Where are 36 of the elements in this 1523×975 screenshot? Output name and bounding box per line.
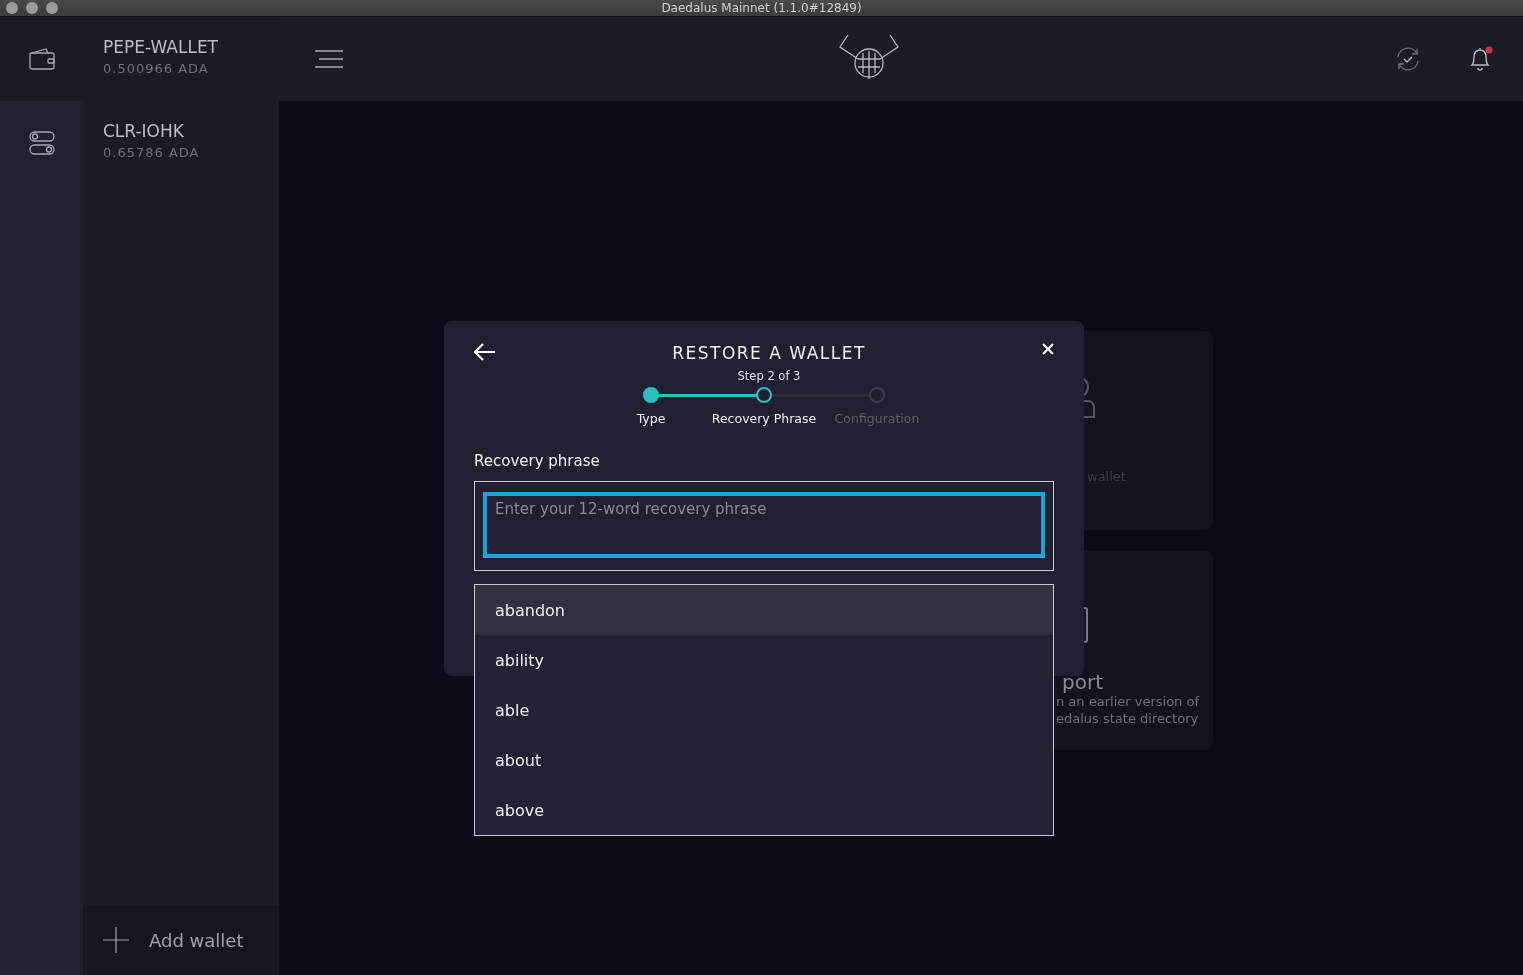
suggestion-item[interactable]: above (475, 785, 1053, 835)
step-label[interactable]: Recovery Phrase (711, 411, 817, 426)
field-label: Recovery phrase (474, 452, 600, 470)
wallet-name: CLR-IOHK (103, 121, 184, 141)
notification-bell-icon[interactable] (1467, 46, 1493, 72)
wallet-name: PEPE-WALLET (103, 37, 218, 57)
suggestion-item[interactable]: abandon (475, 585, 1053, 635)
step-dot[interactable] (869, 387, 885, 403)
plus-icon[interactable] (103, 927, 129, 953)
minimize-window-button[interactable] (26, 2, 38, 14)
close-window-button[interactable] (6, 2, 18, 14)
step-counter: Step 2 of 3 (737, 369, 801, 383)
close-icon[interactable] (1042, 343, 1054, 355)
step-label[interactable]: Type (636, 411, 666, 426)
recovery-phrase-field[interactable]: Enter your 12-word recovery phrase (474, 481, 1054, 571)
add-wallet-link[interactable]: Add wallet (149, 929, 244, 951)
card-description: n an earlier version of (1056, 694, 1199, 709)
suggestion-item[interactable]: about (475, 735, 1053, 785)
wallet-icon[interactable] (28, 48, 55, 70)
menu-icon[interactable] (315, 49, 343, 69)
dialog-title: RESTORE A WALLET (672, 343, 866, 363)
toggles-icon[interactable] (28, 130, 55, 156)
zoom-window-button[interactable] (46, 2, 58, 14)
card-title: port (1062, 672, 1103, 692)
step-dot[interactable] (756, 387, 772, 403)
back-arrow-icon[interactable] (474, 343, 496, 361)
suggestion-item[interactable]: able (475, 685, 1053, 735)
sync-icon[interactable] (1395, 46, 1421, 72)
wallet-balance: 0.65786 ADA (103, 145, 200, 160)
step-dot[interactable] (643, 387, 659, 403)
window-title: Daedalus Mainnet (1.1.0#12849) (661, 1, 862, 15)
card-description: edalus state directory (1056, 711, 1199, 726)
wallet-item[interactable]: PEPE-WALLET 0.500966 ADA (83, 17, 279, 101)
wallet-item[interactable]: CLR-IOHK 0.65786 ADA (83, 101, 279, 185)
suggestion-item[interactable]: ability (475, 635, 1053, 685)
wallet-balance: 0.500966 ADA (103, 61, 209, 76)
